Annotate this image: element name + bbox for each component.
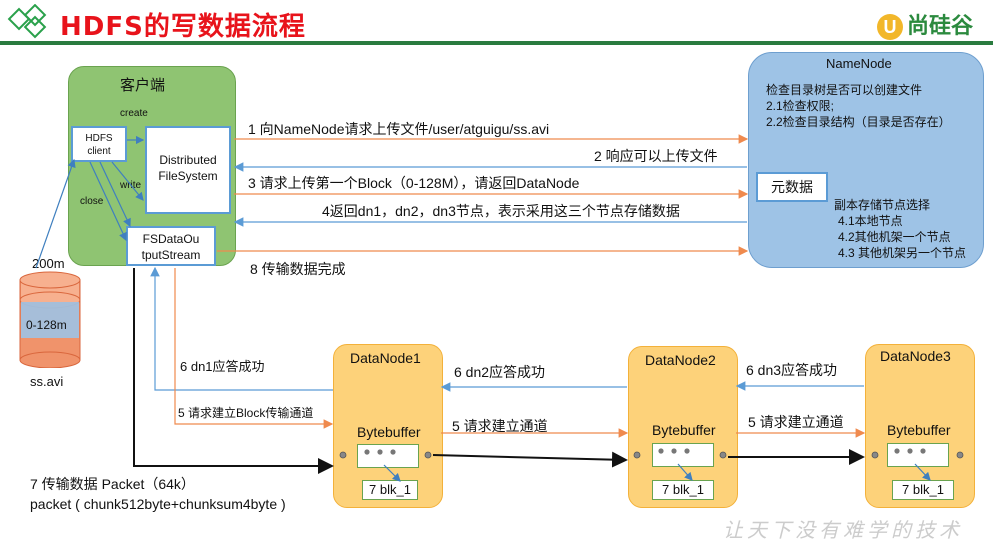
watermark: 让天下没有难学的技术 <box>723 520 963 542</box>
req-block-channel: 5 请求建立Block传输通道 <box>178 406 314 420</box>
ack-dn1: 6 dn1应答成功 <box>180 359 265 374</box>
msg-4: 4返回dn1，dn2，dn3节点，表示采用这三个节点存储数据 <box>322 203 680 219</box>
ack-dn2: 6 dn2应答成功 <box>454 364 546 380</box>
req-channel-3: 5 请求建立通道 <box>748 414 844 430</box>
msg-1: 1 向NameNode请求上传文件/user/atguigu/ss.avi <box>248 121 550 137</box>
msg-8: 8 传输数据完成 <box>250 261 346 277</box>
msg-3: 3 请求上传第一个Block（0-128M），请返回DataNode <box>248 175 580 191</box>
packet-label-2: packet ( chunk512byte+chunksum4byte ) <box>30 496 286 512</box>
packet-label-1: 7 传输数据 Packet（64k） <box>30 476 195 492</box>
ack-dn3: 6 dn3应答成功 <box>746 362 838 378</box>
msg-2: 2 响应可以上传文件 <box>594 148 718 164</box>
req-channel-2: 5 请求建立通道 <box>452 418 548 434</box>
